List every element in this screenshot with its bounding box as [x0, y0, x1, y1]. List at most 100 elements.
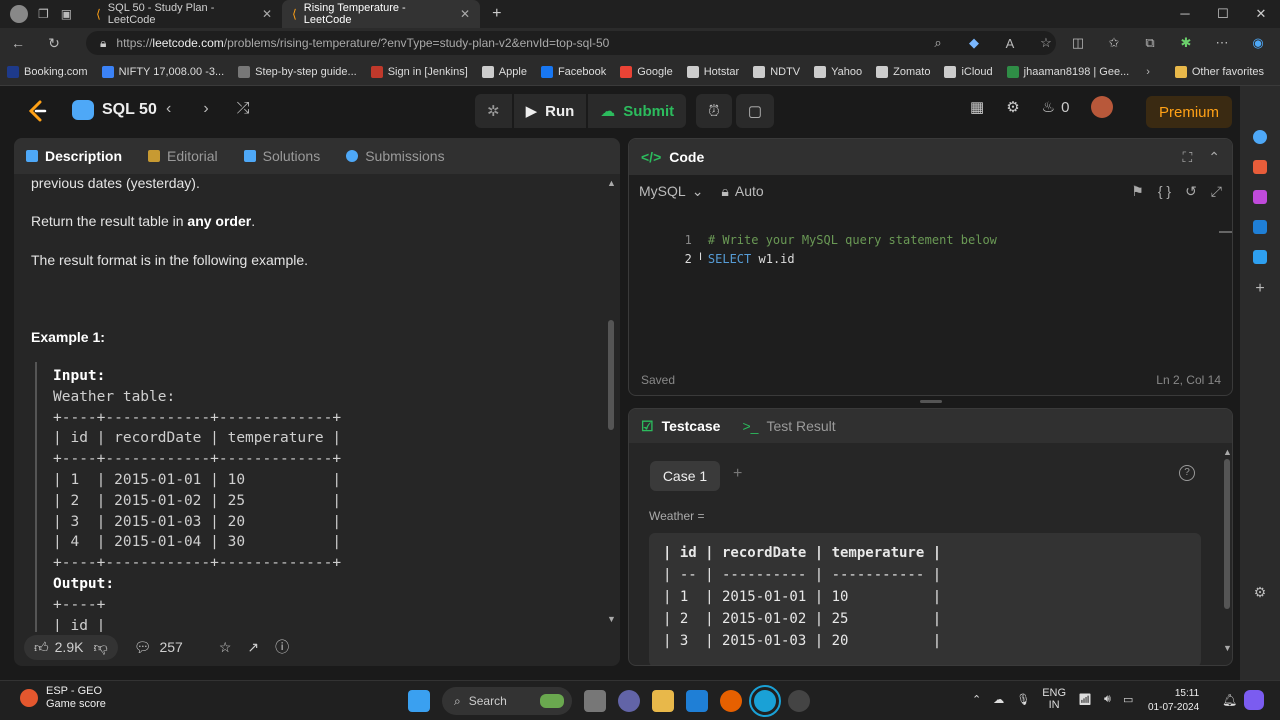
weather-widget[interactable]: ESP - GEO Game score [20, 685, 106, 711]
settings-sidebar-icon[interactable]: ⚙ [1254, 584, 1267, 601]
close-window-icon[interactable]: ✕ [1242, 0, 1280, 28]
clock[interactable]: 15:11 01-07-2024 [1148, 687, 1199, 715]
bookmark-item[interactable]: Booking.com [0, 65, 95, 78]
bookmarks-overflow-icon[interactable]: › [1146, 66, 1150, 78]
bookmark-item[interactable]: Step-by-step guide... [231, 65, 364, 78]
share-icon[interactable]: ↗ [247, 639, 259, 656]
browser-tab-active[interactable]: ⟨ Rising Temperature - LeetCode ✕ [282, 0, 481, 28]
debug-button[interactable]: ✲ [475, 94, 512, 128]
reset-icon[interactable]: ↺ [1185, 183, 1197, 200]
read-aloud-icon[interactable]: A [992, 36, 1028, 51]
code-line[interactable]: 2 SELECT w1.id [629, 238, 795, 280]
copilot-icon[interactable]: ◉ [1240, 35, 1276, 51]
games-sidebar-icon[interactable] [1253, 190, 1267, 204]
windows-start-icon[interactable] [408, 690, 430, 712]
bookmark-item[interactable]: Hotstar [680, 65, 746, 78]
workspaces-icon[interactable]: ❐ [38, 7, 49, 21]
bookmark-item[interactable]: iCloud [937, 65, 999, 78]
dislike-button[interactable]: 👎︎ [93, 639, 107, 656]
task-view-icon[interactable] [584, 690, 606, 712]
favorites-icon[interactable]: ✩ [1096, 35, 1132, 51]
bookmark-item[interactable]: jhaaman8198 | Gee... [1000, 65, 1137, 78]
fullscreen-icon[interactable]: ⛶ [1182, 149, 1192, 166]
leetcode-logo-icon[interactable] [26, 100, 48, 122]
expand-icon[interactable]: ⤢ [1211, 183, 1222, 200]
firefox-icon[interactable] [720, 690, 742, 712]
bookmark-item[interactable]: NIFTY 17,008.00 -3... [95, 65, 232, 78]
extensions-icon[interactable]: ✱ [1168, 35, 1204, 51]
avatar[interactable] [1091, 96, 1114, 118]
bookmark-item[interactable]: Facebook [534, 65, 613, 78]
language-select[interactable]: MySQL ⌄ [639, 183, 703, 200]
settings-icon[interactable]: ⚙ [1006, 98, 1019, 116]
wifi-icon[interactable]: 📶︎ [1078, 693, 1092, 706]
notes-button[interactable]: ▢ [735, 94, 775, 128]
bookmark-item[interactable]: NDTV [746, 65, 807, 78]
bookmark-item[interactable]: Google [613, 65, 679, 78]
mail-icon[interactable] [686, 690, 708, 712]
url-bar[interactable]: 🔒︎ https://leetcode.com/problems/rising-… [86, 31, 1056, 55]
weather-input[interactable]: | id | recordDate | temperature | | -- | … [649, 533, 1201, 665]
favorite-icon[interactable]: ☆ [219, 639, 232, 656]
teams-icon[interactable] [618, 690, 640, 712]
file-explorer-icon[interactable] [652, 690, 674, 712]
profile-icon[interactable] [10, 5, 28, 23]
random-problem-icon[interactable]: ⤮ [237, 100, 250, 118]
streak[interactable]: ♨ 0 [1042, 98, 1070, 117]
language-indicator[interactable]: ENG IN [1042, 687, 1066, 711]
minimize-icon[interactable]: ─ [1166, 0, 1204, 28]
scroll-down-icon[interactable]: ▼ [607, 614, 616, 624]
maximize-icon[interactable]: ☐ [1204, 0, 1242, 28]
tray-overflow-icon[interactable]: ⌃ [972, 693, 981, 706]
premium-button[interactable]: Premium [1146, 96, 1232, 128]
onedrive-icon[interactable]: ☁ [993, 693, 1004, 706]
battery-icon[interactable]: ▭ [1123, 693, 1133, 706]
edge-icon[interactable] [749, 685, 781, 717]
outlook-sidebar-icon[interactable] [1253, 220, 1267, 234]
tab-testcase[interactable]: ☑ Testcase [641, 418, 720, 435]
submit-button[interactable]: ☁ Submit [588, 94, 687, 128]
other-favorites[interactable]: Other favorites [1168, 65, 1280, 78]
zoom-icon[interactable]: ⌕ [920, 35, 956, 51]
tab-submissions[interactable]: Submissions [346, 148, 445, 164]
microphone-icon[interactable]: 🎙︎ [1016, 693, 1030, 706]
scrollbar[interactable] [1224, 459, 1230, 609]
format-code-icon[interactable]: { } [1158, 183, 1171, 200]
collapse-icon[interactable]: ⌃ [1208, 149, 1220, 166]
add-case-icon[interactable]: + [733, 465, 742, 483]
help-icon[interactable]: ⓘ [275, 637, 289, 657]
tab-description[interactable]: Description [26, 148, 122, 164]
bookmark-item[interactable]: Apple [475, 65, 534, 78]
split-screen-icon[interactable]: ◫ [1060, 35, 1096, 51]
scroll-up-icon[interactable]: ▲ [1223, 447, 1232, 457]
browser-tab[interactable]: ⟨ SQL 50 - Study Plan - LeetCode ✕ [86, 0, 282, 28]
prev-problem-icon[interactable]: ‹ [166, 100, 171, 118]
tab-solutions[interactable]: Solutions [243, 148, 320, 164]
scrollbar[interactable] [608, 320, 614, 430]
help-icon[interactable]: ? [1179, 465, 1195, 481]
close-tab-icon[interactable]: ✕ [262, 7, 272, 21]
new-tab-icon[interactable]: + [492, 5, 501, 23]
favorite-star-icon[interactable]: ☆ [1028, 35, 1064, 51]
run-button[interactable]: ▶ Run [513, 94, 587, 128]
next-problem-icon[interactable]: › [203, 100, 208, 118]
panel-resize-handle[interactable] [920, 400, 942, 403]
case-1-button[interactable]: Case 1 [650, 461, 720, 491]
add-sidebar-icon[interactable]: + [1255, 280, 1264, 298]
tab-test-result[interactable]: >_ Test Result [742, 418, 835, 434]
volume-icon[interactable]: 🔊︎ [1104, 693, 1111, 706]
taskbar-search[interactable]: ⌕ Search [442, 687, 572, 715]
bookmark-icon[interactable]: ⚑ [1131, 183, 1144, 200]
timer-button[interactable]: ⏰︎ [696, 94, 732, 128]
tab-editorial[interactable]: Editorial [148, 148, 218, 164]
copilot-taskbar-icon[interactable] [1244, 690, 1264, 710]
collections-icon[interactable]: ⧉ [1132, 35, 1168, 51]
layout-icon[interactable]: ▦ [970, 98, 984, 116]
back-icon[interactable]: ← [0, 35, 36, 51]
scroll-down-icon[interactable]: ▼ [1223, 643, 1232, 653]
scroll-up-icon[interactable]: ▲ [607, 178, 616, 188]
bookmark-item[interactable]: Zomato [869, 65, 937, 78]
chrome-icon[interactable] [788, 690, 810, 712]
tools-sidebar-icon[interactable] [1253, 160, 1267, 174]
like-button[interactable]: 👍︎ 2.9K [34, 639, 83, 656]
